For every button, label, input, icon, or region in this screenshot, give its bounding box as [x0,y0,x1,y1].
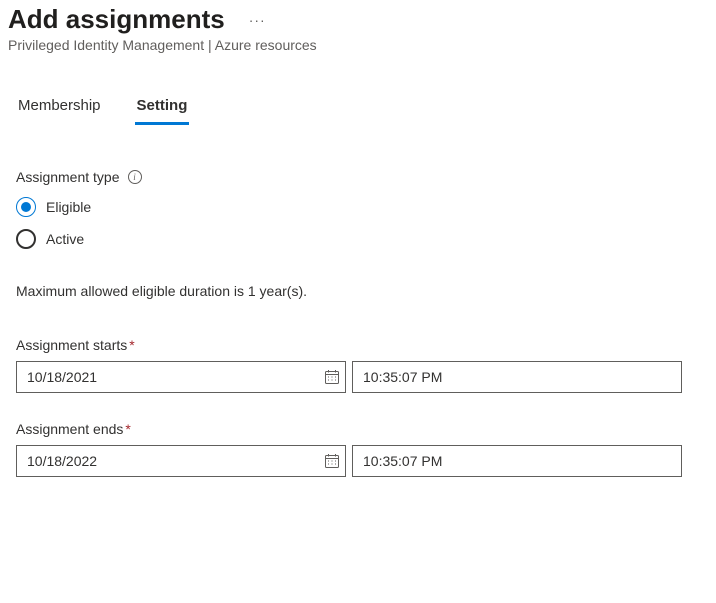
radio-active-label: Active [46,231,84,247]
assignment-ends-date-input[interactable] [16,445,346,477]
duration-note: Maximum allowed eligible duration is 1 y… [16,283,708,299]
required-indicator: * [129,337,134,353]
radio-circle-icon [16,229,36,249]
radio-circle-icon [16,197,36,217]
radio-eligible-label: Eligible [46,199,91,215]
assignment-ends-time-input[interactable] [352,445,682,477]
page-title: Add assignments [8,4,225,35]
assignment-starts-time-input[interactable] [352,361,682,393]
tab-membership[interactable]: Membership [16,93,103,125]
assignment-starts-date-input[interactable] [16,361,346,393]
radio-eligible[interactable]: Eligible [16,197,708,217]
more-actions-button[interactable]: ··· [243,8,272,32]
assignment-type-label: Assignment type [16,169,120,185]
radio-active[interactable]: Active [16,229,708,249]
calendar-icon[interactable] [324,453,340,469]
tab-setting[interactable]: Setting [135,93,190,125]
required-indicator: * [125,421,130,437]
tabs: Membership Setting [8,93,708,125]
assignment-starts-label: Assignment starts [16,337,127,353]
breadcrumb: Privileged Identity Management | Azure r… [8,37,708,53]
info-icon[interactable]: i [128,170,142,184]
calendar-icon[interactable] [324,369,340,385]
assignment-ends-label: Assignment ends [16,421,123,437]
assignment-type-radio-group: Eligible Active [16,197,708,249]
